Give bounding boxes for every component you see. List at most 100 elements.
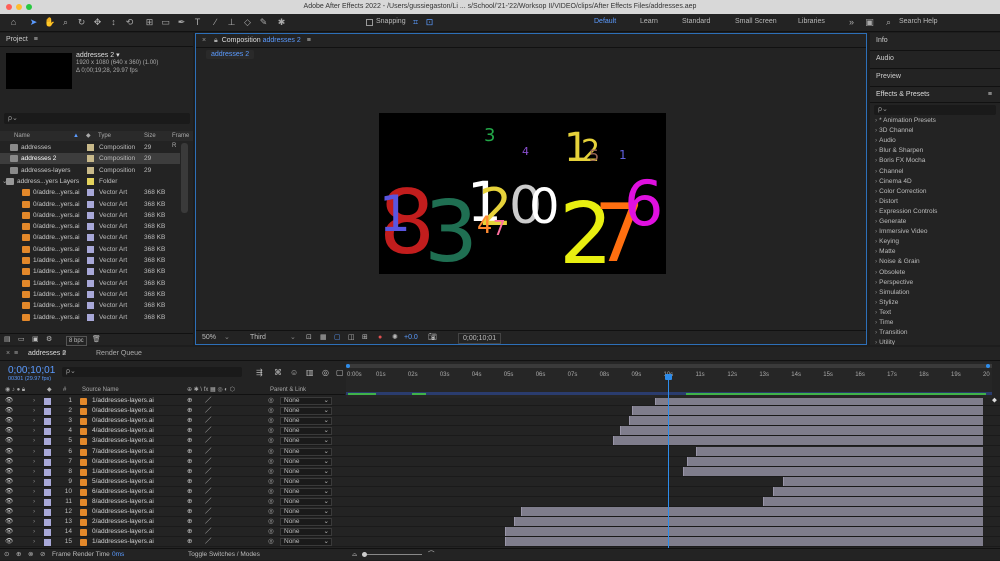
project-item[interactable]: 1/addre...yers.ai Vector Art 368 KB: [0, 289, 180, 300]
project-item[interactable]: 1/addre...yers.ai Vector Art 368 KB: [0, 255, 180, 266]
label-color-swatch[interactable]: [44, 468, 51, 476]
layer-name[interactable]: 4/addresses-layers.ai: [92, 426, 154, 436]
effect-category[interactable]: › Distort: [875, 198, 898, 205]
workspace-libraries[interactable]: Libraries: [798, 18, 825, 25]
effect-category[interactable]: › Cinema 4D: [875, 178, 912, 185]
layer-row[interactable]: 👁︎ › 7 0/addresses-layers.ai ⊕ ／ ◎ None ⌄: [0, 456, 1000, 467]
effect-category[interactable]: › Immersive Video: [875, 228, 927, 235]
quality-switch-icon[interactable]: ／: [205, 507, 212, 517]
more-workspaces-icon[interactable]: »: [846, 17, 857, 28]
chevron-right-icon[interactable]: ›: [33, 406, 35, 416]
graph-editor-icon[interactable]: ▢: [336, 368, 344, 377]
project-item[interactable]: 0/addre...yers.ai Vector Art 368 KB: [0, 187, 180, 198]
workspace-standard[interactable]: Standard: [682, 18, 710, 25]
label-color-swatch[interactable]: [87, 279, 94, 287]
quality-switch-icon[interactable]: ／: [205, 447, 212, 457]
project-item[interactable]: 0/addre...yers.ai Vector Art 368 KB: [0, 210, 180, 221]
layer-row[interactable]: 👁︎ › 5 3/addresses-layers.ai ⊕ ／ ◎ None ⌄: [0, 436, 1000, 447]
timeline-zoom-slider[interactable]: [362, 554, 422, 555]
chevron-right-icon[interactable]: ›: [33, 396, 35, 406]
exposure-value[interactable]: +0.0: [404, 331, 418, 345]
rectangle-tool-icon[interactable]: ▭: [160, 17, 171, 28]
quality-switch-icon[interactable]: ／: [205, 406, 212, 416]
shy-layers-icon[interactable]: ☺: [290, 368, 298, 377]
label-color-swatch[interactable]: [44, 438, 51, 446]
minimize-window-button[interactable]: [16, 4, 22, 10]
new-folder-icon[interactable]: ▭: [18, 334, 25, 346]
layer-row[interactable]: 👁︎ › 6 7/addresses-layers.ai ⊕ ／ ◎ None ⌄: [0, 446, 1000, 457]
brush-tool-icon[interactable]: ∕: [210, 17, 221, 28]
project-title[interactable]: Project: [6, 36, 28, 43]
chevron-right-icon[interactable]: ›: [875, 299, 877, 306]
pen-tool-icon[interactable]: ✒: [176, 17, 187, 28]
navigator-start-handle[interactable]: [346, 364, 350, 368]
shy-switch-icon[interactable]: ⊕: [187, 416, 192, 426]
chevron-right-icon[interactable]: ›: [875, 258, 877, 265]
layer-name[interactable]: 1/addresses-layers.ai: [92, 537, 154, 547]
chevron-right-icon[interactable]: ›: [875, 228, 877, 235]
eye-icon[interactable]: 👁︎: [5, 467, 13, 477]
workspace-small-screen[interactable]: Small Screen: [735, 18, 777, 25]
effect-category[interactable]: › Channel: [875, 168, 903, 175]
eye-icon[interactable]: 👁︎: [5, 426, 13, 436]
effect-category[interactable]: › Perspective: [875, 279, 913, 286]
project-scrollbar[interactable]: [181, 143, 188, 213]
layer-name[interactable]: 0/addresses-layers.ai: [92, 416, 154, 426]
panel-menu-icon[interactable]: ≡: [988, 87, 992, 103]
pick-whip-icon[interactable]: ◎: [268, 436, 274, 446]
label-color-swatch[interactable]: [87, 302, 94, 310]
label-color-swatch[interactable]: [87, 234, 94, 242]
layer-duration-bar[interactable]: [514, 517, 983, 527]
show-channel-icon[interactable]: ●: [378, 331, 382, 345]
delete-icon[interactable]: 🗑: [92, 334, 101, 346]
effect-category[interactable]: › Stylize: [875, 299, 898, 306]
eye-icon[interactable]: 👁︎: [5, 406, 13, 416]
project-settings-icon[interactable]: ⚙: [46, 334, 52, 346]
layer-row[interactable]: 👁︎ › 11 8/addresses-layers.ai ⊕ ／ ◎ None ⌄: [0, 497, 1000, 507]
quality-switch-icon[interactable]: ／: [205, 426, 212, 436]
frame-blending-icon[interactable]: ▥: [306, 368, 314, 377]
search-help-input[interactable]: Search Help: [899, 18, 938, 25]
pick-whip-icon[interactable]: ◎: [268, 517, 274, 527]
transfer-controls-icon[interactable]: ⊕: [16, 549, 21, 561]
eye-icon[interactable]: 👁︎: [5, 457, 13, 467]
label-color-swatch[interactable]: [44, 418, 51, 426]
chevron-right-icon[interactable]: ›: [875, 127, 877, 134]
layer-duration-bar[interactable]: [763, 497, 983, 506]
label-color-swatch[interactable]: [44, 519, 51, 527]
shy-switch-icon[interactable]: ⊕: [187, 537, 192, 547]
shy-switch-icon[interactable]: ⊕: [187, 406, 192, 416]
label-color-swatch[interactable]: [44, 509, 51, 517]
label-color-swatch[interactable]: [87, 223, 94, 231]
quality-switch-icon[interactable]: ／: [205, 416, 212, 426]
orbit-tool-icon[interactable]: ↻: [76, 17, 87, 28]
pick-whip-icon[interactable]: ◎: [268, 487, 274, 497]
bit-depth-button[interactable]: 8 bpc: [66, 336, 87, 346]
column-source-name[interactable]: Source Name: [82, 386, 119, 395]
resolution-dropdown[interactable]: Third: [250, 331, 266, 345]
parent-dropdown[interactable]: None ⌄: [280, 467, 332, 476]
stretch-icon[interactable]: ⊘: [40, 549, 45, 561]
roto-brush-tool-icon[interactable]: ✎: [258, 17, 269, 28]
zoom-slider-handle[interactable]: [362, 552, 367, 557]
chevron-right-icon[interactable]: ›: [875, 218, 877, 225]
zoom-level-dropdown[interactable]: 50%: [202, 331, 216, 345]
puppet-tool-icon[interactable]: ✱: [276, 17, 287, 28]
quality-switch-icon[interactable]: ／: [205, 436, 212, 446]
chevron-right-icon[interactable]: ›: [33, 447, 35, 457]
shy-switch-icon[interactable]: ⊕: [187, 497, 192, 507]
project-item[interactable]: 0/addre...yers.ai Vector Art 368 KB: [0, 232, 180, 243]
label-color-swatch[interactable]: [44, 478, 51, 486]
chevron-right-icon[interactable]: ›: [875, 188, 877, 195]
project-item[interactable]: 1/addre...yers.ai Vector Art 368 KB: [0, 312, 180, 323]
label-color-swatch[interactable]: [44, 458, 51, 466]
layer-switches-icon[interactable]: ⊙: [4, 549, 9, 561]
layer-duration-bar[interactable]: [632, 406, 983, 416]
label-color-swatch[interactable]: [87, 257, 94, 264]
shy-switch-icon[interactable]: ⊕: [187, 477, 192, 487]
label-color-swatch[interactable]: [44, 398, 51, 405]
layer-duration-bar[interactable]: [504, 527, 983, 537]
panel-menu-icon[interactable]: ≡: [34, 36, 38, 43]
close-tab-icon[interactable]: ×: [6, 347, 10, 361]
label-color-swatch[interactable]: [87, 211, 94, 219]
